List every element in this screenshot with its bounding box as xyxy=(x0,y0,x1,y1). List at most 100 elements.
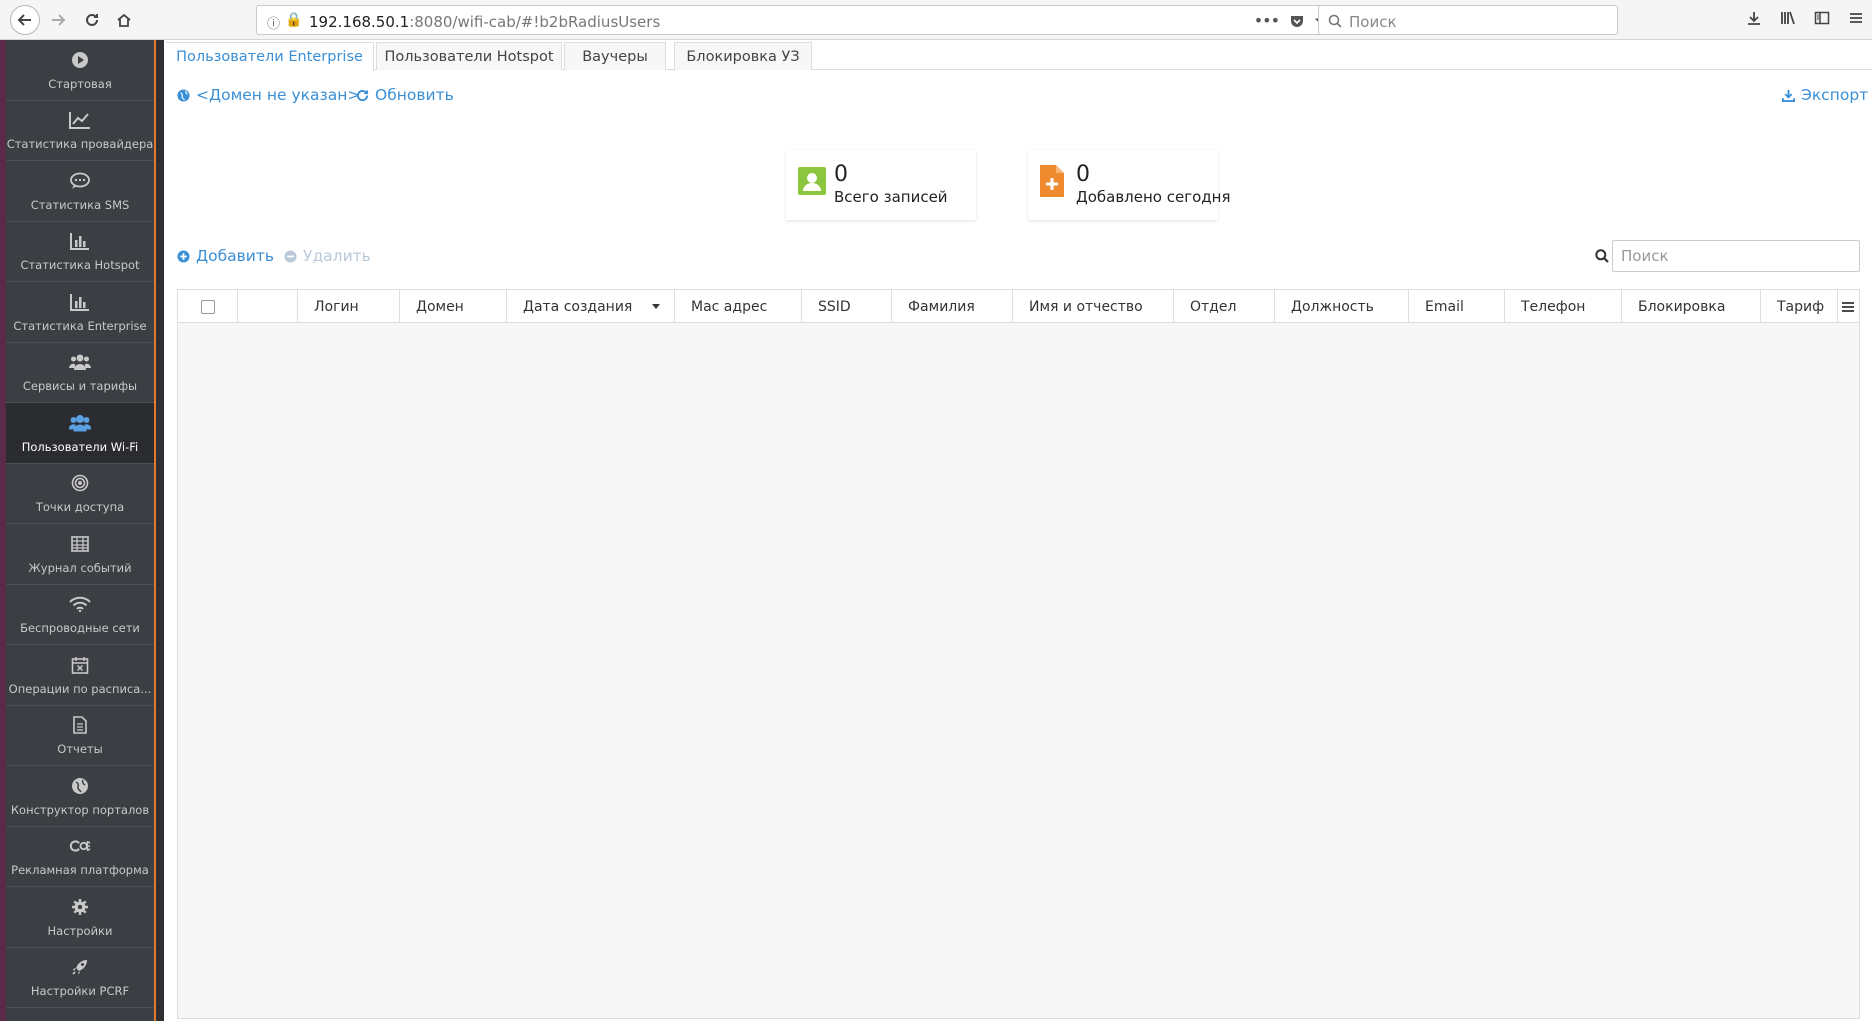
column-header-department[interactable]: Отдел xyxy=(1174,290,1275,323)
column-header-ssid[interactable]: SSID xyxy=(802,290,892,323)
bar-chart-icon xyxy=(69,230,91,252)
search-input[interactable]: Поиск xyxy=(1612,240,1860,272)
domain-label: <Домен не указан> xyxy=(196,86,361,104)
plus-circle-icon xyxy=(177,249,190,263)
column-header-tariff[interactable]: Тариф xyxy=(1761,290,1838,323)
table-icon xyxy=(69,533,91,555)
url-bar[interactable]: ⓘ 🔒 192.168.50.1:8080/wifi-cab/#!b2bRadi… xyxy=(256,5,1340,35)
column-menu-button[interactable] xyxy=(1838,290,1859,323)
forward-button[interactable] xyxy=(44,6,72,34)
chat-bubble-icon xyxy=(69,170,91,192)
file-plus-icon xyxy=(1040,165,1064,197)
tab-label: Ваучеры xyxy=(582,48,648,65)
refresh-button[interactable]: Обновить xyxy=(356,86,454,104)
sidebar-item-hotspot-stats[interactable]: Статистика Hotspot xyxy=(6,222,154,282)
browser-search-placeholder: Поиск xyxy=(1349,13,1397,31)
search-icon xyxy=(1328,14,1342,28)
sidebar-item-access-points[interactable]: Точки доступа xyxy=(6,464,154,524)
browser-toolbar: ⓘ 🔒 192.168.50.1:8080/wifi-cab/#!b2bRadi… xyxy=(0,0,1872,40)
calendar-x-icon xyxy=(69,654,91,676)
browser-search-input[interactable]: Поиск xyxy=(1318,5,1618,35)
sidebar-item-label: Журнал событий xyxy=(28,560,132,575)
column-header-blocking[interactable]: Блокировка xyxy=(1622,290,1761,323)
sort-desc-icon xyxy=(652,304,660,309)
column-header-phone[interactable]: Телефон xyxy=(1505,290,1622,323)
users-table: Логин Домен Дата создания Mac адрес SSID… xyxy=(177,289,1860,1019)
users-icon xyxy=(69,351,91,373)
sidebar-item-label: Отчеты xyxy=(57,742,103,757)
stat-total-label: Всего записей xyxy=(834,188,948,206)
reload-button[interactable] xyxy=(78,6,106,34)
select-all-cell xyxy=(178,290,238,323)
tab-account-blocking[interactable]: Блокировка УЗ xyxy=(674,42,812,70)
column-header-domain[interactable]: Домен xyxy=(400,290,507,323)
main-content: Пользователи Enterprise Пользователи Hot… xyxy=(166,40,1872,1021)
column-header-email[interactable]: Email xyxy=(1409,290,1505,323)
sidebar-item-pcrf-settings[interactable]: Настройки PCRF xyxy=(6,948,154,1008)
search-placeholder: Поиск xyxy=(1621,247,1669,265)
download-icon[interactable] xyxy=(1746,10,1762,26)
delete-button[interactable]: Удалить xyxy=(284,247,371,265)
sidebar-item-ad-platform[interactable]: Рекламная платформа xyxy=(6,827,154,887)
tab-hotspot-users[interactable]: Пользователи Hotspot xyxy=(376,42,562,70)
sidebar-item-event-log[interactable]: Журнал событий xyxy=(6,524,154,585)
users-icon xyxy=(69,412,91,434)
home-button[interactable] xyxy=(110,6,138,34)
back-button[interactable] xyxy=(10,5,40,35)
refresh-label: Обновить xyxy=(375,86,454,104)
sidebar-item-label: Стартовая xyxy=(48,76,112,91)
globe-icon xyxy=(177,88,190,102)
domain-selector[interactable]: <Домен не указан> xyxy=(177,86,360,104)
sidebar-item-label: Пользователи Wi-Fi xyxy=(21,439,139,454)
search-icon xyxy=(1595,249,1609,263)
pocket-icon[interactable] xyxy=(1289,13,1305,29)
hamburger-icon xyxy=(1842,301,1854,312)
sidebar-item-label: Статистика Hotspot xyxy=(20,258,140,273)
column-label: Дата создания xyxy=(523,298,633,315)
sidebar-item-settings[interactable]: Настройки xyxy=(6,887,154,948)
column-header-login[interactable]: Логин xyxy=(298,290,400,323)
sidebar-item-scheduled-ops[interactable]: Операции по расписа... xyxy=(6,645,154,706)
column-label: Логин xyxy=(314,298,359,315)
page-actions-icon[interactable]: ••• xyxy=(1254,11,1280,30)
tab-vouchers[interactable]: Ваучеры xyxy=(564,42,666,70)
url-text: 192.168.50.1:8080/wifi-cab/#!b2bRadiusUs… xyxy=(309,13,661,31)
sidebar-item-wireless-networks[interactable]: Беспроводные сети xyxy=(6,585,154,645)
export-button[interactable]: Экспорт xyxy=(1782,86,1868,104)
tab-label: Пользователи Enterprise xyxy=(176,49,363,65)
column-label: Фамилия xyxy=(908,298,975,315)
sidebar-item-enterprise-stats[interactable]: Статистика Enterprise xyxy=(6,282,154,343)
sidebar-item-wifi-users[interactable]: Пользователи Wi-Fi xyxy=(6,403,154,464)
sidebar: Стартовая Статистика провайдера Статисти… xyxy=(6,40,154,1021)
column-header-created-date[interactable]: Дата создания xyxy=(507,290,675,323)
stat-card-today: 0 Добавлено сегодня xyxy=(1028,150,1230,220)
row-actions-header xyxy=(238,290,298,323)
sidebar-toggle-icon[interactable] xyxy=(1814,10,1830,26)
arrow-left-icon xyxy=(17,14,31,26)
tab-bar: Пользователи Enterprise Пользователи Hot… xyxy=(166,40,1872,71)
add-button[interactable]: Добавить xyxy=(177,247,274,265)
globe-icon xyxy=(69,775,91,797)
menu-icon[interactable] xyxy=(1848,10,1864,26)
stat-card-total: 0 Всего записей xyxy=(786,150,976,220)
column-header-mac[interactable]: Mac адрес xyxy=(675,290,802,323)
document-icon xyxy=(69,714,91,736)
sidebar-item-provider-stats[interactable]: Статистика провайдера xyxy=(6,101,154,161)
column-header-position[interactable]: Должность xyxy=(1275,290,1409,323)
reload-icon xyxy=(86,13,98,26)
column-label: Отдел xyxy=(1190,298,1237,315)
tab-enterprise-users[interactable]: Пользователи Enterprise xyxy=(166,42,374,71)
column-label: Блокировка xyxy=(1638,298,1726,315)
sidebar-item-sms-stats[interactable]: Статистика SMS xyxy=(6,161,154,222)
column-header-last-name[interactable]: Фамилия xyxy=(892,290,1013,323)
sidebar-item-services[interactable]: Сервисы и тарифы xyxy=(6,343,154,403)
library-icon[interactable] xyxy=(1780,10,1796,26)
gear-icon xyxy=(69,896,91,918)
refresh-icon xyxy=(356,89,369,101)
stat-today-label: Добавлено сегодня xyxy=(1076,188,1231,206)
sidebar-item-portal-builder[interactable]: Конструктор порталов xyxy=(6,766,154,827)
sidebar-item-start[interactable]: Стартовая xyxy=(6,40,154,101)
select-all-checkbox[interactable] xyxy=(200,299,215,314)
sidebar-item-reports[interactable]: Отчеты xyxy=(6,706,154,766)
column-header-first-name[interactable]: Имя и отчество xyxy=(1013,290,1174,323)
